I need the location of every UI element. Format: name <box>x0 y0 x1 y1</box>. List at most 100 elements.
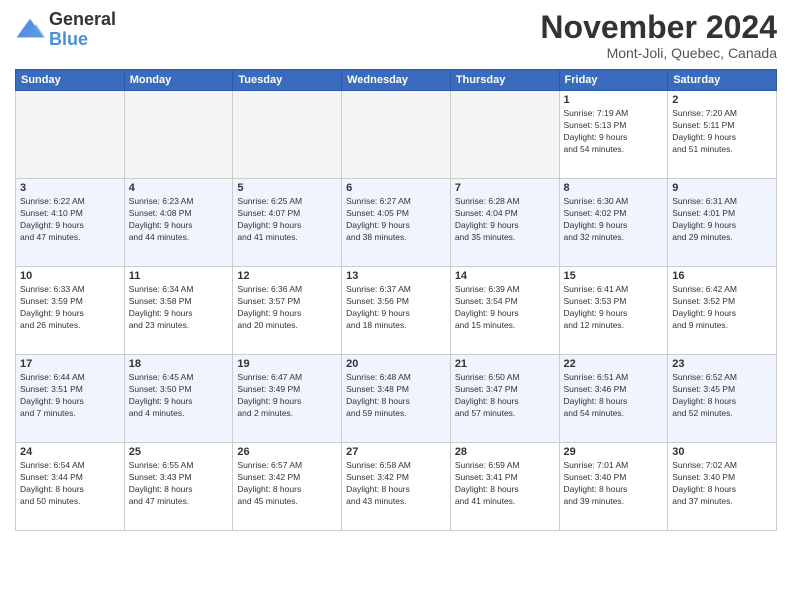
table-cell: 5 Sunrise: 6:25 AM Sunset: 4:07 PM Daylig… <box>233 179 342 267</box>
day-info: Sunrise: 6:45 AM Sunset: 3:50 PM Dayligh… <box>129 372 229 420</box>
day-number: 8 <box>564 182 664 194</box>
day-number: 4 <box>129 182 229 194</box>
table-cell: 27 Sunrise: 6:58 AM Sunset: 3:42 PM Dayli… <box>342 443 451 531</box>
day-info: Sunrise: 6:31 AM Sunset: 4:01 PM Dayligh… <box>672 196 772 244</box>
day-info: Sunrise: 6:28 AM Sunset: 4:04 PM Dayligh… <box>455 196 555 244</box>
month-title: November 2024 <box>540 10 777 45</box>
table-cell: 24 Sunrise: 6:54 AM Sunset: 3:44 PM Dayli… <box>16 443 125 531</box>
day-number: 13 <box>346 270 446 282</box>
day-number: 21 <box>455 358 555 370</box>
table-cell: 19 Sunrise: 6:47 AM Sunset: 3:49 PM Dayli… <box>233 355 342 443</box>
logo-text: General Blue <box>49 10 116 50</box>
day-info: Sunrise: 6:39 AM Sunset: 3:54 PM Dayligh… <box>455 284 555 332</box>
table-cell <box>233 91 342 179</box>
day-info: Sunrise: 6:25 AM Sunset: 4:07 PM Dayligh… <box>237 196 337 244</box>
day-number: 1 <box>564 94 664 106</box>
calendar-week-4: 17 Sunrise: 6:44 AM Sunset: 3:51 PM Dayli… <box>16 355 777 443</box>
table-cell: 16 Sunrise: 6:42 AM Sunset: 3:52 PM Dayli… <box>668 267 777 355</box>
day-number: 20 <box>346 358 446 370</box>
table-cell: 20 Sunrise: 6:48 AM Sunset: 3:48 PM Dayli… <box>342 355 451 443</box>
day-info: Sunrise: 6:51 AM Sunset: 3:46 PM Dayligh… <box>564 372 664 420</box>
logo-line1: General <box>49 10 116 30</box>
day-number: 25 <box>129 446 229 458</box>
day-number: 2 <box>672 94 772 106</box>
day-number: 28 <box>455 446 555 458</box>
table-cell: 9 Sunrise: 6:31 AM Sunset: 4:01 PM Daylig… <box>668 179 777 267</box>
day-number: 17 <box>20 358 120 370</box>
col-tuesday: Tuesday <box>233 70 342 91</box>
table-cell: 14Sunrise: 6:39 AM Sunset: 3:54 PM Dayli… <box>450 267 559 355</box>
col-thursday: Thursday <box>450 70 559 91</box>
table-cell: 10 Sunrise: 6:33 AM Sunset: 3:59 PM Dayli… <box>16 267 125 355</box>
logo-line2: Blue <box>49 30 116 50</box>
table-cell: 6Sunrise: 6:27 AM Sunset: 4:05 PM Daylig… <box>342 179 451 267</box>
day-number: 26 <box>237 446 337 458</box>
day-info: Sunrise: 6:34 AM Sunset: 3:58 PM Dayligh… <box>129 284 229 332</box>
day-number: 5 <box>237 182 337 194</box>
day-number: 9 <box>672 182 772 194</box>
day-number: 29 <box>564 446 664 458</box>
logo-icon <box>15 15 45 45</box>
day-info: Sunrise: 6:47 AM Sunset: 3:49 PM Dayligh… <box>237 372 337 420</box>
day-info: Sunrise: 6:37 AM Sunset: 3:56 PM Dayligh… <box>346 284 446 332</box>
table-cell: 26Sunrise: 6:57 AM Sunset: 3:42 PM Dayli… <box>233 443 342 531</box>
calendar-week-1: 1Sunrise: 7:19 AM Sunset: 5:13 PM Daylig… <box>16 91 777 179</box>
day-number: 24 <box>20 446 120 458</box>
page: General Blue November 2024 Mont-Joli, Qu… <box>0 0 792 612</box>
day-number: 11 <box>129 270 229 282</box>
day-info: Sunrise: 6:42 AM Sunset: 3:52 PM Dayligh… <box>672 284 772 332</box>
table-cell: 1Sunrise: 7:19 AM Sunset: 5:13 PM Daylig… <box>559 91 668 179</box>
table-cell: 30 Sunrise: 7:02 AM Sunset: 3:40 PM Dayli… <box>668 443 777 531</box>
col-friday: Friday <box>559 70 668 91</box>
day-number: 23 <box>672 358 772 370</box>
day-number: 7 <box>455 182 555 194</box>
day-info: Sunrise: 6:55 AM Sunset: 3:43 PM Dayligh… <box>129 460 229 508</box>
logo: General Blue <box>15 10 116 50</box>
day-info: Sunrise: 6:59 AM Sunset: 3:41 PM Dayligh… <box>455 460 555 508</box>
day-number: 10 <box>20 270 120 282</box>
day-info: Sunrise: 6:52 AM Sunset: 3:45 PM Dayligh… <box>672 372 772 420</box>
day-number: 22 <box>564 358 664 370</box>
day-number: 3 <box>20 182 120 194</box>
day-number: 18 <box>129 358 229 370</box>
calendar-header-row: Sunday Monday Tuesday Wednesday Thursday… <box>16 70 777 91</box>
day-info: Sunrise: 6:23 AM Sunset: 4:08 PM Dayligh… <box>129 196 229 244</box>
location: Mont-Joli, Quebec, Canada <box>540 45 777 61</box>
calendar: Sunday Monday Tuesday Wednesday Thursday… <box>15 69 777 531</box>
table-cell <box>342 91 451 179</box>
table-cell: 2 Sunrise: 7:20 AM Sunset: 5:11 PM Daylig… <box>668 91 777 179</box>
day-number: 30 <box>672 446 772 458</box>
table-cell: 4 Sunrise: 6:23 AM Sunset: 4:08 PM Daylig… <box>124 179 233 267</box>
col-sunday: Sunday <box>16 70 125 91</box>
day-info: Sunrise: 7:02 AM Sunset: 3:40 PM Dayligh… <box>672 460 772 508</box>
day-number: 19 <box>237 358 337 370</box>
day-info: Sunrise: 7:20 AM Sunset: 5:11 PM Dayligh… <box>672 108 772 156</box>
table-cell: 18 Sunrise: 6:45 AM Sunset: 3:50 PM Dayli… <box>124 355 233 443</box>
day-number: 16 <box>672 270 772 282</box>
table-cell: 28 Sunrise: 6:59 AM Sunset: 3:41 PM Dayli… <box>450 443 559 531</box>
table-cell: 3Sunrise: 6:22 AM Sunset: 4:10 PM Daylig… <box>16 179 125 267</box>
day-info: Sunrise: 6:48 AM Sunset: 3:48 PM Dayligh… <box>346 372 446 420</box>
table-cell: 29Sunrise: 7:01 AM Sunset: 3:40 PM Dayli… <box>559 443 668 531</box>
table-cell: 7 Sunrise: 6:28 AM Sunset: 4:04 PM Daylig… <box>450 179 559 267</box>
day-info: Sunrise: 6:54 AM Sunset: 3:44 PM Dayligh… <box>20 460 120 508</box>
day-info: Sunrise: 6:33 AM Sunset: 3:59 PM Dayligh… <box>20 284 120 332</box>
table-cell: 25 Sunrise: 6:55 AM Sunset: 3:43 PM Dayli… <box>124 443 233 531</box>
header: General Blue November 2024 Mont-Joli, Qu… <box>15 10 777 61</box>
day-number: 27 <box>346 446 446 458</box>
table-cell <box>450 91 559 179</box>
table-cell: 13 Sunrise: 6:37 AM Sunset: 3:56 PM Dayli… <box>342 267 451 355</box>
table-cell: 17 Sunrise: 6:44 AM Sunset: 3:51 PM Dayli… <box>16 355 125 443</box>
day-info: Sunrise: 6:30 AM Sunset: 4:02 PM Dayligh… <box>564 196 664 244</box>
day-info: Sunrise: 6:36 AM Sunset: 3:57 PM Dayligh… <box>237 284 337 332</box>
day-info: Sunrise: 6:58 AM Sunset: 3:42 PM Dayligh… <box>346 460 446 508</box>
col-monday: Monday <box>124 70 233 91</box>
day-info: Sunrise: 6:44 AM Sunset: 3:51 PM Dayligh… <box>20 372 120 420</box>
day-number: 6 <box>346 182 446 194</box>
table-cell <box>124 91 233 179</box>
table-cell: 22 Sunrise: 6:51 AM Sunset: 3:46 PM Dayli… <box>559 355 668 443</box>
table-cell: 8 Sunrise: 6:30 AM Sunset: 4:02 PM Daylig… <box>559 179 668 267</box>
title-block: November 2024 Mont-Joli, Quebec, Canada <box>540 10 777 61</box>
calendar-week-5: 24 Sunrise: 6:54 AM Sunset: 3:44 PM Dayli… <box>16 443 777 531</box>
table-cell <box>16 91 125 179</box>
